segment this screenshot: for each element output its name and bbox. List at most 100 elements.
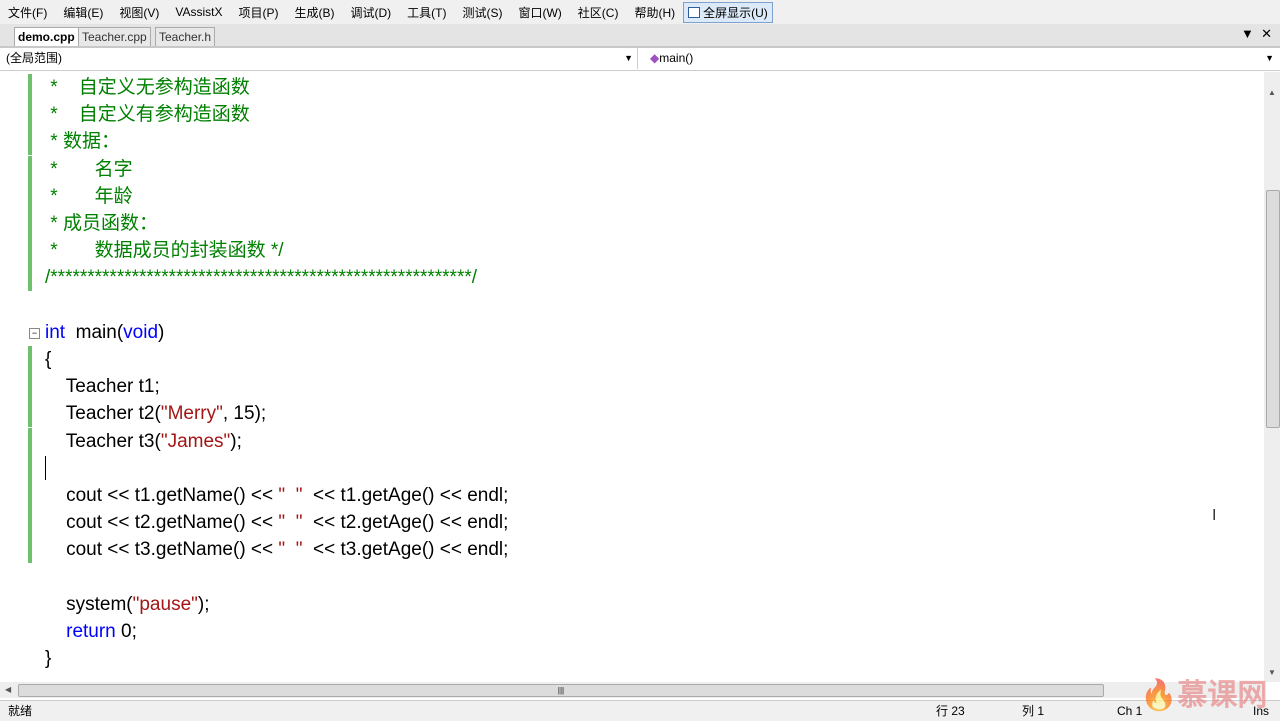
change-marker xyxy=(28,237,32,265)
code-token: Teacher t1; xyxy=(45,376,160,398)
code-token: { xyxy=(45,349,52,370)
function-label: main() xyxy=(659,51,694,65)
change-marker xyxy=(28,74,32,101)
fullscreen-label: 全屏显示(U) xyxy=(703,5,768,20)
scope-dropdown[interactable]: (全局范围) ▼ xyxy=(0,48,638,69)
code-token: << t1.getAge() << endl; xyxy=(302,485,509,506)
code-line: system("pause"); xyxy=(45,591,210,618)
menu-item[interactable]: 社区(C) xyxy=(570,4,627,21)
code-token: " " xyxy=(278,539,303,561)
tab-teacher-h[interactable]: Teacher.h xyxy=(155,27,216,46)
code-line: Teacher t1; xyxy=(45,373,160,400)
code-token: "pause" xyxy=(132,593,198,615)
menu-item[interactable]: 工具(T) xyxy=(399,4,454,21)
code-line: /***************************************… xyxy=(45,264,477,291)
code-token: int xyxy=(45,321,66,343)
code-line: * 年龄 xyxy=(45,183,133,210)
code-token: main( xyxy=(65,321,124,343)
code-token: " " xyxy=(278,485,303,506)
code-token: * 数据： xyxy=(45,131,120,153)
code-token: * 名字 xyxy=(45,158,133,180)
code-line: { xyxy=(45,346,51,373)
watermark-logo: 🔥慕课网 xyxy=(1140,679,1268,712)
method-icon: ◆ xyxy=(650,51,660,65)
change-marker xyxy=(28,454,32,482)
code-token: "James" xyxy=(160,430,231,452)
code-line: } xyxy=(45,645,51,672)
menu-item[interactable]: 文件(F) xyxy=(0,4,55,21)
change-marker xyxy=(28,346,32,373)
vertical-scrollbar[interactable]: ▲ ▼ xyxy=(1264,72,1280,682)
tab-demo-cpp[interactable]: demo.cpp xyxy=(14,27,79,46)
change-marker xyxy=(28,264,32,292)
code-line: * 成员函数： xyxy=(45,210,158,237)
menu-item[interactable]: VAssistX xyxy=(167,5,230,19)
vertical-scroll-thumb[interactable] xyxy=(1266,190,1280,428)
code-line: cout << t3.getName() << " " << t3.getAge… xyxy=(45,536,508,563)
code-token: cout << t2.getName() << xyxy=(45,512,279,534)
change-marker xyxy=(28,536,32,564)
code-editor[interactable]: − Ι * 自定义无参构造函数 * 自定义有参构造函数 * 数据： * 名字 *… xyxy=(0,72,1264,682)
scroll-down-icon[interactable]: ▼ xyxy=(1268,668,1276,677)
fullscreen-button[interactable]: 全屏显示(U) xyxy=(683,1,773,23)
code-line: * 名字 xyxy=(45,156,133,183)
menu-item[interactable]: 视图(V) xyxy=(111,4,167,21)
code-token: "Merry" xyxy=(160,403,223,425)
code-token: * 数据成员的封装函数 */ xyxy=(45,240,284,262)
tab-teacher-cpp[interactable]: Teacher.cpp xyxy=(78,27,151,46)
code-line: int main(void) xyxy=(45,319,164,346)
menu-item[interactable]: 测试(S) xyxy=(454,4,510,21)
menu-item[interactable]: 编辑(E) xyxy=(55,4,111,21)
function-dropdown[interactable]: ◆main() ▼ xyxy=(642,48,1278,69)
change-marker xyxy=(28,427,32,455)
code-line: Teacher t3("James"); xyxy=(45,428,242,455)
dropdown-icon[interactable]: ▼ xyxy=(1241,26,1254,41)
code-token: cout << t1.getName() << xyxy=(45,485,279,506)
code-line: * 数据成员的封装函数 */ xyxy=(45,237,284,264)
scroll-up-icon[interactable]: ▲ xyxy=(1268,88,1276,97)
code-token: << t3.getAge() << endl; xyxy=(302,539,509,561)
status-col: 列 1 xyxy=(1022,704,1045,718)
code-line: * 自定义有参构造函数 xyxy=(45,101,250,128)
menu-item[interactable]: 帮助(H) xyxy=(626,4,683,21)
tab-controls: ▼ ✕ xyxy=(1241,26,1272,42)
scroll-left-icon[interactable]: ◀ xyxy=(5,685,11,694)
close-icon[interactable]: ✕ xyxy=(1261,26,1272,41)
code-token: void xyxy=(123,321,159,343)
change-marker xyxy=(28,373,32,401)
code-token: * 成员函数： xyxy=(45,213,158,234)
code-token: system( xyxy=(45,593,133,615)
tab-bar: demo.cpp Teacher.cpp Teacher.h ▼ ✕ xyxy=(0,24,1280,48)
menu-item[interactable]: 窗口(W) xyxy=(510,4,569,21)
code-token: 0; xyxy=(115,621,137,642)
code-token: ) xyxy=(158,321,165,343)
menu-item[interactable]: 项目(P) xyxy=(230,4,286,21)
code-line: * 数据： xyxy=(45,128,120,155)
change-marker xyxy=(28,155,32,183)
change-marker xyxy=(28,101,32,129)
fold-toggle[interactable]: − xyxy=(29,328,40,339)
code-token: ); xyxy=(230,430,242,452)
menu-item[interactable]: 生成(B) xyxy=(286,4,342,21)
horizontal-scroll-thumb[interactable]: ||| xyxy=(18,684,1104,697)
code-token: ); xyxy=(197,593,210,615)
text-caret xyxy=(45,456,46,480)
change-marker xyxy=(28,509,32,537)
code-token: * 年龄 xyxy=(45,185,133,207)
menu-item[interactable]: 调试(D) xyxy=(342,4,399,21)
chevron-down-icon: ▼ xyxy=(1265,53,1274,63)
code-token: } xyxy=(45,648,52,670)
ibeam-cursor-icon: Ι xyxy=(1212,507,1217,524)
status-row: 行 23 xyxy=(936,704,965,718)
fullscreen-icon xyxy=(688,6,701,18)
change-marker xyxy=(28,400,32,428)
change-marker xyxy=(28,128,32,156)
status-ch: Ch 1 xyxy=(1117,704,1143,718)
code-token: , 15); xyxy=(222,403,267,425)
horizontal-scrollbar[interactable]: ◀ ||| xyxy=(0,682,1264,698)
code-token: * 自定义无参构造函数 xyxy=(45,77,250,98)
code-line: Teacher t2("Merry", 15); xyxy=(45,400,266,427)
code-token: cout << t3.getName() << xyxy=(45,539,279,561)
change-marker xyxy=(28,210,32,237)
code-token: /***************************************… xyxy=(45,267,478,289)
